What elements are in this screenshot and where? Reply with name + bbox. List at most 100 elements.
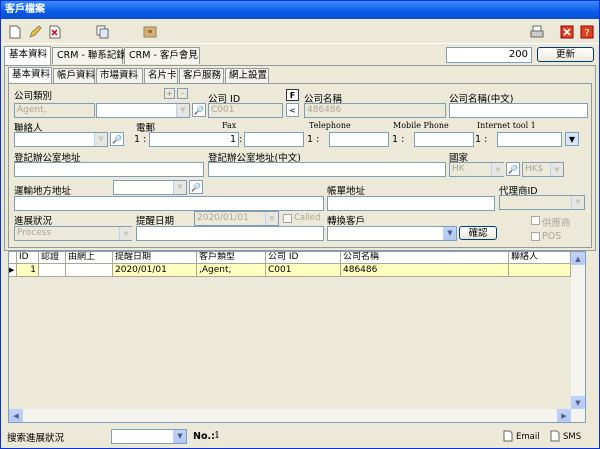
fax-index: 1 : [230,134,243,145]
column-header[interactable]: 公司名稱 [341,252,509,264]
table-cell[interactable]: 1 [17,264,39,277]
scroll-down-icon[interactable]: ▼ [571,396,585,409]
fax-label: Fax [222,121,237,130]
agent-id-select[interactable]: ▼ [499,195,585,210]
table-cell[interactable]: 2020/01/01 [113,264,197,277]
called-label: Called [294,213,321,223]
chevron-down-icon: ▼ [443,227,456,240]
contact-select[interactable]: ▼ [14,132,108,147]
table-cell[interactable] [39,264,66,277]
supplier-checkbox[interactable] [531,216,540,225]
column-header[interactable]: 由網上 [66,252,113,264]
company-name-field[interactable]: 486486 [304,103,446,118]
fax-field[interactable] [244,132,304,147]
reg-address-field[interactable] [14,162,204,177]
sms-link[interactable]: SMS [563,432,581,442]
company-type-select[interactable]: ▼ [96,103,190,118]
supplier-label: 供應商 [542,218,571,229]
scroll-up-icon[interactable]: ▲ [571,252,585,265]
tab-basic-info[interactable]: 基本資料 [4,46,51,65]
chevron-down-icon: ▼ [568,134,576,144]
record-count-field[interactable]: 200 [446,47,532,63]
ship-address-label: 運輸地方地址 [14,186,72,197]
sms-icon[interactable] [550,430,560,445]
scroll-left-icon[interactable]: ◀ [9,409,23,422]
status-bar: 搜索進展狀況 ▼ No.: 1 Email SMS [1,425,599,449]
convert-label: 轉換客戶 [327,216,366,227]
search-progress-label: 搜索進展狀況 [7,433,65,444]
column-header[interactable]: 認證 [39,252,66,264]
update-button[interactable]: 更新 [537,47,594,62]
tab-online-settings[interactable]: 網上設置 [225,68,269,83]
mobile-field[interactable] [414,132,474,147]
expand-contact-button[interactable]: ▼ [565,132,579,146]
vertical-scrollbar[interactable]: ▲ ▼ [571,252,585,422]
table-cell[interactable]: 486486 [341,264,509,277]
tab-market[interactable]: 市場資料 [96,68,143,83]
progress-select[interactable]: Process [14,226,132,241]
search-progress-select[interactable]: ▼ [111,429,187,444]
convert-select[interactable]: ▼ [327,226,457,241]
email-field[interactable] [149,132,239,147]
mobile-index: 1 : [392,134,405,145]
company-id-field[interactable]: C001 [208,103,283,118]
scroll-right-icon[interactable]: ▶ [557,409,571,422]
internet-tool-field[interactable] [497,132,562,147]
reg-address-cn-field[interactable] [208,162,446,177]
telephone-field[interactable] [329,132,389,147]
email-index: 1 : [134,134,147,145]
pos-checkbox[interactable] [531,232,540,241]
close-icon[interactable] [559,24,575,40]
tab-crm-contact-log[interactable]: CRM - 聯系記錄 [52,47,126,64]
tab-account[interactable]: 帳戶資料 [53,68,95,83]
horizontal-scrollbar[interactable]: ◀ ▶ [9,409,571,422]
called-checkbox[interactable] [283,214,292,223]
table-cell[interactable]: ,Agent, [197,264,266,277]
pos-label: POS [542,231,562,242]
print-icon[interactable] [529,24,545,40]
table-cell[interactable] [509,264,571,277]
f-button[interactable]: F [286,89,299,101]
column-header[interactable]: 公司 ID [266,252,341,264]
new-doc-icon[interactable] [7,24,23,40]
search-type-button[interactable]: 🔎 [192,103,206,117]
prev-button[interactable]: < [286,103,299,117]
tab-customer-service[interactable]: 客戶服務 [179,68,224,83]
add-type-button[interactable]: + [164,88,175,99]
company-type-label: 公司類別 [14,91,53,102]
confirm-button[interactable]: 確認 [459,226,497,240]
ship-address-field[interactable] [14,196,324,211]
tab-business-card[interactable]: 名片卡 [144,68,178,83]
svg-text:?: ? [584,28,589,39]
search-ship-button[interactable]: 🔎 [189,180,203,194]
remove-type-button[interactable]: - [177,88,188,99]
ship-address-select[interactable]: ▼ [113,180,187,195]
search-contact-button[interactable]: 🔎 [110,132,124,146]
table-cell[interactable]: C001 [266,264,341,277]
column-header[interactable]: 客戶類型 [197,252,266,264]
tab-crm-meeting[interactable]: CRM - 客戶會見 [124,47,200,64]
save-icon[interactable] [142,24,158,40]
row-selector-icon[interactable]: ▶ [9,264,17,277]
delete-icon[interactable] [47,24,63,40]
chevron-down-icon: ▼ [94,133,107,146]
tab-inner-basic[interactable]: 基本資料 [8,67,52,84]
help-icon[interactable]: ? [579,24,595,40]
edit-icon[interactable] [27,24,43,40]
reminder-note-field[interactable] [136,226,324,241]
telephone-label: Telephone [309,121,351,130]
copy-icon[interactable] [95,24,111,40]
internet-tool-index: 1 : [475,134,488,145]
email-icon[interactable] [503,430,513,445]
email-link[interactable]: Email [516,432,540,442]
column-header[interactable]: 提醒日期 [113,252,197,264]
company-name-cn-field[interactable] [449,103,588,118]
telephone-index: 1 : [307,134,320,145]
table-cell[interactable] [66,264,113,277]
column-header[interactable]: ID [17,252,39,264]
company-type-field[interactable]: Agent, [14,103,95,118]
window-title: 客戶檔案 [5,4,45,15]
search-country-button[interactable]: 🔎 [506,162,520,176]
bill-address-field[interactable] [327,196,495,211]
column-header[interactable]: 聯絡人 [509,252,571,264]
